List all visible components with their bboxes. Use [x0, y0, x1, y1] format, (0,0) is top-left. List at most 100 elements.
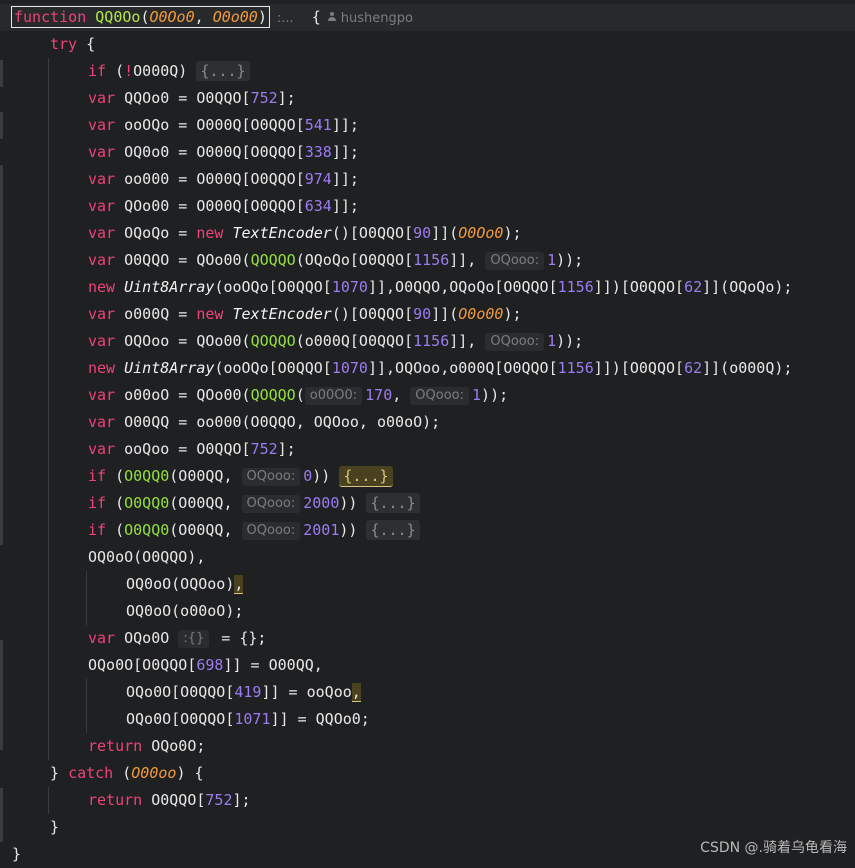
indent-guide: [48, 274, 49, 301]
code-token: 170: [365, 386, 393, 404]
code-token: OQ0oO(OQOoo): [126, 575, 235, 593]
code-token: 1: [547, 332, 557, 350]
code-token: !: [124, 62, 134, 80]
folded-block[interactable]: {...}: [366, 520, 420, 540]
indent-guide: [48, 85, 49, 112]
code-token: 62: [684, 359, 703, 377]
code-token: var: [88, 197, 116, 215]
indent-guide: [48, 193, 49, 220]
code-token: ));: [556, 332, 584, 350]
code-content: return OQo0O;: [88, 733, 205, 760]
folded-block[interactable]: {...}: [366, 493, 420, 513]
code-token: {: [77, 35, 96, 53]
code-content: new Uint8Array(ooOQo[O0QQO[1070]],O0QQO,…: [88, 274, 792, 301]
csdn-watermark: CSDN @.骑着乌龟看海: [700, 840, 847, 856]
code-token: new: [196, 224, 224, 242]
indent-guide: [48, 220, 49, 247]
code-content: var OQOoo = QOo00(QOQQO(o000Q[O0QQO[1156…: [88, 328, 583, 355]
code-token: (: [106, 62, 125, 80]
code-token: OQo0O[O0QQO[: [126, 683, 235, 701]
indent-guide: [48, 328, 49, 355]
code-line[interactable]: function QQ0Oo(O0Oo0, O0o00):... {hushen…: [0, 4, 855, 31]
code-token: return: [88, 791, 143, 809]
code-token: 752: [250, 89, 278, 107]
code-content: }: [50, 814, 59, 841]
code-token: ));: [556, 251, 584, 269]
gutter-marker: [0, 60, 3, 87]
gutter-marker: [0, 640, 3, 750]
code-content: OQ0oO(OQOoo),: [126, 571, 244, 598]
code-token: OQOoo = QOo00(: [115, 332, 251, 350]
code-token: (ooOQo[O0QQO[: [214, 278, 332, 296]
code-editor[interactable]: function QQ0Oo(O0Oo0, O0o00):... {hushen…: [0, 0, 855, 863]
indent-guide: [48, 706, 49, 733]
code-token: new: [88, 359, 116, 377]
code-token: (OQoQo[O0QQO[: [295, 251, 414, 269]
code-token: 1156: [413, 251, 450, 269]
indent-guide: [48, 301, 49, 328]
code-token: if: [88, 467, 107, 485]
indent-guide: [48, 544, 49, 571]
code-token: 1: [547, 251, 557, 269]
code-token: ]],O0QQO,OQoQo[O0QQO[: [367, 278, 558, 296]
code-token: ) {: [176, 764, 204, 782]
code-token: ]](OQoQo);: [702, 278, 793, 296]
code-token: }: [50, 764, 69, 782]
code-token: ]](: [431, 224, 459, 242]
code-token: ]],: [449, 251, 486, 269]
code-token: );: [503, 305, 522, 323]
code-token: var: [88, 305, 116, 323]
indent-guide: [48, 463, 49, 490]
indent-guide: [48, 436, 49, 463]
indent-guide: [86, 571, 87, 598]
code-content: OQo0O[O0QQO[698]] = O00QQ,: [88, 652, 323, 679]
indent-guide: [86, 679, 87, 706]
code-token: ];: [277, 440, 296, 458]
code-token: ooOQo = O000Q[O0QQO[: [115, 116, 305, 134]
code-token: O0Oo0: [458, 224, 504, 242]
code-content: if (O0QQ0(O00QQ, OQooo: 2001)) {...}: [88, 517, 420, 544]
code-token: 698: [196, 656, 224, 674]
code-token: ]] = O00QQ,: [223, 656, 323, 674]
code-token: ]],: [449, 332, 486, 350]
code-token: (O00QQ,: [169, 467, 242, 485]
code-token: QQ0Oo: [95, 8, 141, 26]
code-token: 974: [304, 170, 332, 188]
code-token: var: [88, 143, 116, 161]
code-token: TextEncoder: [232, 224, 332, 242]
code-token: (: [295, 386, 305, 404]
parameter-hint: o00O0:: [304, 387, 363, 405]
folded-block-highlighted[interactable]: {...}: [339, 466, 393, 487]
parameter-hint: OQooo:: [410, 387, 470, 405]
code-token: new: [88, 278, 116, 296]
code-token: 1156: [557, 278, 594, 296]
signature-collapse-hint[interactable]: :...: [277, 11, 294, 26]
code-token: 90: [413, 305, 432, 323]
code-token: QOQQO: [250, 386, 296, 404]
code-token: function: [14, 8, 87, 26]
code-token: ]];: [331, 116, 359, 134]
code-content: var o000Q = new TextEncoder()[O0QQO[90]]…: [88, 301, 522, 328]
code-content: function QQ0Oo(O0Oo0, O0o00):... {hushen…: [11, 4, 413, 32]
code-token: O0QQ0: [124, 467, 170, 485]
indent-guide: [48, 166, 49, 193]
code-content: }: [12, 841, 21, 868]
author-hint[interactable]: hushengpo: [341, 11, 413, 26]
code-token: O0QQ0: [124, 521, 170, 539]
code-content: var QOo00 = O000Q[O0QQO[634]];: [88, 193, 359, 220]
code-content: if (O0QQ0(O00QQ, OQooo: 0)) {...}: [88, 463, 393, 490]
parameter-hint: OQooo:: [241, 495, 301, 513]
code-token: var: [88, 170, 116, 188]
folded-block[interactable]: {...}: [196, 61, 250, 81]
code-token: ]](o000Q);: [702, 359, 793, 377]
code-token: OQ0oO(O0QQO),: [88, 548, 206, 566]
code-token: (O00QQ,: [169, 521, 242, 539]
code-token: var: [88, 440, 116, 458]
code-token: = {};: [212, 629, 267, 647]
code-token: if: [88, 521, 107, 539]
code-token: 338: [304, 143, 332, 161]
code-token: OQ0oO(o00oO);: [126, 602, 244, 620]
gutter-marker: [0, 165, 3, 545]
